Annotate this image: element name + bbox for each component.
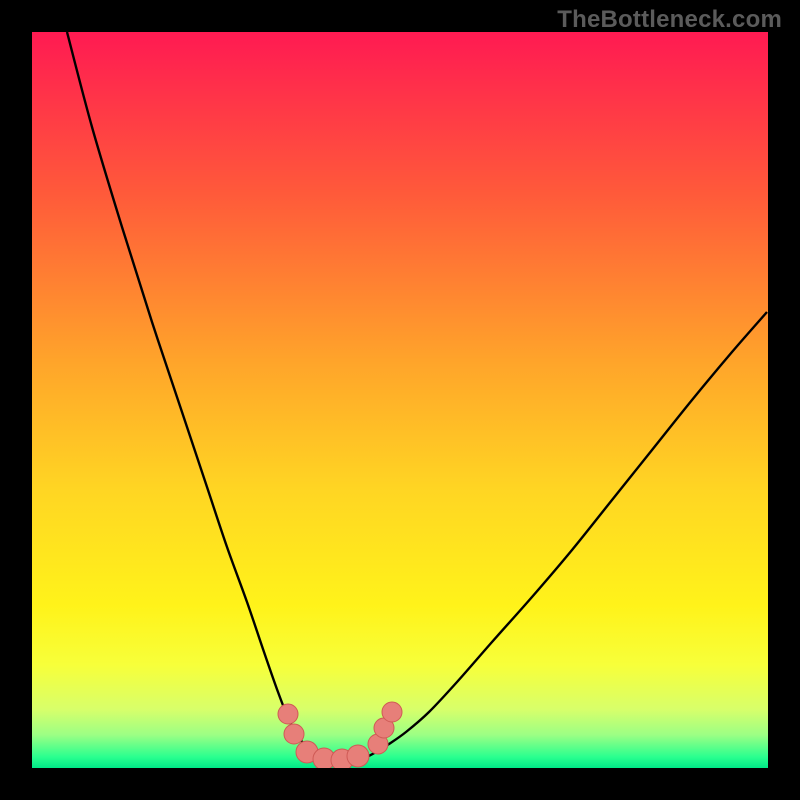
valley-marker — [284, 724, 304, 744]
bottleneck-chart — [32, 32, 768, 768]
plot-area — [32, 32, 768, 768]
outer-frame: TheBottleneck.com — [0, 0, 800, 800]
watermark-text: TheBottleneck.com — [557, 6, 782, 34]
valley-marker — [278, 704, 298, 724]
valley-marker — [347, 745, 369, 767]
valley-marker — [382, 702, 402, 722]
gradient-background — [32, 32, 768, 768]
